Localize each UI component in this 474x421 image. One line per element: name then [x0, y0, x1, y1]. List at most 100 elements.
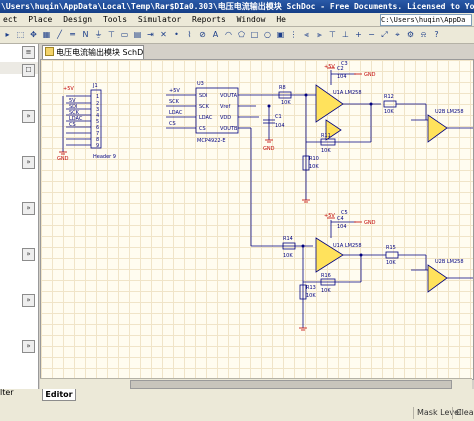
c3-ref: C3 — [341, 61, 348, 67]
u2b-opamp — [427, 264, 448, 293]
power-port-icon[interactable]: ⏚ — [94, 30, 103, 39]
help-icon[interactable]: ? — [432, 30, 441, 39]
pointer-icon[interactable]: ▸ — [3, 30, 12, 39]
scrollbar-thumb[interactable] — [130, 380, 452, 389]
panel-expand-icon[interactable]: » — [22, 294, 35, 307]
u3-pin-label: VDD — [220, 115, 231, 121]
r15-value: 10K — [386, 260, 396, 266]
menu-reports[interactable]: Reports — [189, 13, 229, 26]
junction — [369, 102, 373, 106]
j1-pin: 9 — [96, 143, 99, 149]
menu-window[interactable]: Window — [234, 13, 269, 26]
tab-label: 电压电流输出模块 SchDoc — [56, 48, 144, 57]
cross-probe-icon[interactable]: ⌖ — [393, 30, 402, 39]
align-left-icon[interactable]: ⫷ — [302, 30, 311, 39]
panel-menu-icon[interactable]: ≡ — [22, 46, 35, 59]
r12-body — [383, 100, 397, 108]
junction — [304, 93, 308, 97]
arc-icon[interactable]: ◠ — [224, 30, 233, 39]
image-icon[interactable]: ▣ — [276, 30, 285, 39]
array-icon[interactable]: ⋮ — [289, 30, 298, 39]
panel-expand-icon[interactable]: » — [22, 156, 35, 169]
grid-icon[interactable]: ▦ — [42, 30, 51, 39]
tab-editor[interactable]: Editor — [42, 389, 76, 401]
r13-value: 10K — [306, 293, 316, 299]
u3-ref: U3 — [197, 81, 204, 87]
u1b-label: U1A LM258 — [333, 243, 362, 249]
u3-pin-label: CS — [199, 126, 206, 132]
u3-net-label: SCK — [169, 99, 180, 105]
bottom-supply-label: +5V — [324, 213, 335, 219]
schematic-drawing: +5V J1 Header 9 GND 5V SDI SCK LDAC CS 1… — [57, 61, 473, 331]
align-bottom-icon[interactable]: ⊥ — [341, 30, 350, 39]
menu-help[interactable]: He — [273, 13, 289, 26]
u3-pin-label: VOUTB — [220, 126, 238, 132]
horizontal-scrollbar[interactable] — [40, 378, 472, 389]
junction — [267, 104, 271, 108]
harness-icon[interactable]: ⌇ — [185, 30, 194, 39]
top-supply-label: +5V — [324, 64, 335, 70]
menu-place[interactable]: Place — [25, 13, 55, 26]
junction — [301, 244, 305, 248]
vcc-icon[interactable]: ⊤ — [107, 30, 116, 39]
r10-value: 10K — [309, 164, 319, 170]
r14-value: 10K — [283, 253, 293, 259]
panel-expand-icon[interactable]: » — [22, 110, 35, 123]
align-right-icon[interactable]: ⫸ — [315, 30, 324, 39]
menu-edit[interactable]: ect — [0, 13, 20, 26]
port-icon[interactable]: ⇥ — [146, 30, 155, 39]
r14-ref: R14 — [283, 236, 293, 242]
move-icon[interactable]: ✥ — [29, 30, 38, 39]
top-gnd-label: GND — [364, 72, 376, 78]
bell-icon[interactable]: ⍾ — [419, 30, 428, 39]
j1-ref: J1 — [92, 83, 98, 89]
panel-expand-icon[interactable]: » — [22, 248, 35, 261]
rectangle-icon[interactable]: □ — [250, 30, 259, 39]
zoom-out-icon[interactable]: − — [367, 30, 376, 39]
schematic-canvas[interactable]: +5V J1 Header 9 GND 5V SDI SCK LDAC CS 1… — [40, 59, 474, 380]
c4-value: 104 — [337, 224, 347, 230]
r15-body — [385, 251, 399, 259]
u2b-top-label: U2B LM258 — [435, 109, 464, 115]
toolbar: ▸ ⬚ ✥ ▦ ╱ ═ N ⏚ ⊤ ▭ ▤ ⇥ ✕ • ⌇ ⊘ A ◠ ⬠ □ … — [0, 27, 474, 44]
zoom-in-icon[interactable]: + — [354, 30, 363, 39]
compile-icon[interactable]: ⚙ — [406, 30, 415, 39]
r15-ref: R15 — [386, 245, 396, 251]
part-icon[interactable]: ▭ — [120, 30, 129, 39]
align-top-icon[interactable]: ⊤ — [328, 30, 337, 39]
junction-icon[interactable]: • — [172, 30, 181, 39]
text-icon[interactable]: A — [211, 30, 220, 39]
r12-ref: R12 — [384, 94, 394, 100]
directive-icon[interactable]: ⊘ — [198, 30, 207, 39]
schematic-document-icon — [45, 47, 54, 56]
net-label-icon[interactable]: N — [81, 30, 90, 39]
j1-name: Header 9 — [93, 154, 116, 160]
u3-pin-label: Vref — [220, 104, 230, 110]
left-panel: ≡ ☐ » » » » » » — [0, 44, 39, 409]
panel-expand-icon[interactable]: » — [22, 340, 35, 353]
bus-icon[interactable]: ═ — [68, 30, 77, 39]
ellipse-icon[interactable]: ○ — [263, 30, 272, 39]
sheet-symbol-icon[interactable]: ▤ — [133, 30, 142, 39]
menu-tools[interactable]: Tools — [100, 13, 130, 26]
u1a-label: U1A LM258 — [333, 90, 362, 96]
panel-expand-icon[interactable]: » — [22, 202, 35, 215]
polygon-icon[interactable]: ⬠ — [237, 30, 246, 39]
menu-design[interactable]: Design — [60, 13, 95, 26]
tab-schematic-document[interactable]: 电压电流输出模块 SchDoc — [42, 45, 144, 59]
bottom-bar: lter Editor Mask Level Clear — [0, 388, 474, 421]
u3-net-label: +5V — [169, 88, 180, 94]
panel-collapse-icon[interactable]: ☐ — [22, 64, 35, 77]
menu-simulator[interactable]: Simulator — [135, 13, 184, 26]
select-icon[interactable]: ⬚ — [16, 30, 25, 39]
r8-ref: R8 — [279, 85, 286, 91]
c1-ref: C1 — [275, 114, 282, 120]
document-path-field[interactable]: C:\Users\huqin\AppDa — [380, 14, 472, 26]
wire-icon[interactable]: ╱ — [55, 30, 64, 39]
no-erc-icon[interactable]: ✕ — [159, 30, 168, 39]
fit-icon[interactable]: ⤢ — [380, 30, 389, 39]
c5-ref: C5 — [341, 210, 348, 216]
clear-button[interactable]: Clear — [452, 407, 474, 419]
c1-value: 104 — [275, 123, 285, 129]
window-title: \Users\huqin\AppData\Local\Temp\Rar$DIa0… — [0, 0, 474, 13]
